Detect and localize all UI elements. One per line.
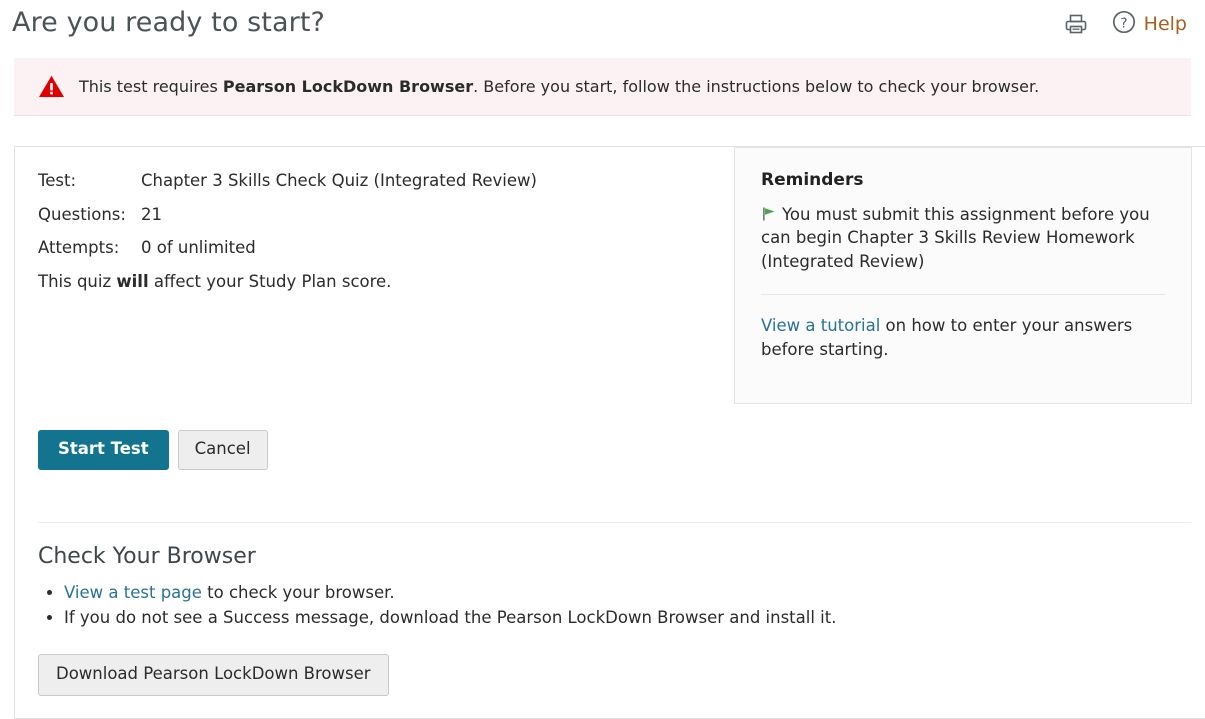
bullet2-text: If you do not see a Success message, dow… [64,608,837,628]
tutorial-line: View a tutorial on how to enter your ans… [761,314,1165,361]
test-details: Test: Chapter 3 Skills Check Quiz (Integ… [38,171,698,291]
check-browser-heading: Check Your Browser [38,544,256,569]
detail-value-test: Chapter 3 Skills Check Quiz (Integrated … [141,171,537,190]
detail-label-attempts: Attempts: [38,238,120,258]
page-header: Are you ready to start? ? Help [0,0,1205,58]
detail-label-questions: Questions: [38,204,126,224]
check-browser-list: View a test page to check your browser. … [38,580,1138,630]
alert-text-bold: Pearson LockDown Browser [222,77,474,96]
print-icon [1063,11,1089,37]
help-label: Help [1143,13,1187,35]
download-lockdown-browser-button[interactable]: Download Pearson LockDown Browser [38,654,389,697]
reminder-item-text: You must submit this assignment before y… [761,205,1150,271]
reminder-item: You must submit this assignment before y… [761,203,1165,273]
question-circle-icon: ? [1111,9,1137,39]
check-browser-section: Check Your Browser View a test page to c… [38,544,1138,697]
alert-text-before: This test requires [79,77,223,96]
study-plan-note: This quiz will affect your Study Plan sc… [38,272,698,291]
cancel-button[interactable]: Cancel [177,430,268,470]
print-button[interactable] [1063,11,1089,37]
detail-row-test: Test: Chapter 3 Skills Check Quiz (Integ… [38,171,698,192]
reminders-panel: Reminders You must submit this assignmen… [734,147,1192,404]
detail-row-attempts: Attempts: 0 of unlimited [38,238,698,259]
study-note-bold: will [116,271,149,291]
reminders-title: Reminders [761,170,864,190]
header-tools: ? Help [1063,9,1187,39]
start-test-button[interactable]: Start Test [38,430,169,470]
svg-text:?: ? [1120,15,1127,31]
detail-value-questions: 21 [141,204,162,224]
bullet1-rest-text: to check your browser. [201,583,395,602]
green-flag-icon [761,206,778,222]
list-item: View a test page to check your browser. [64,580,1138,605]
action-buttons: Start Test Cancel [38,430,268,470]
warning-triangle-icon [38,74,65,99]
test-info-card: Test: Chapter 3 Skills Check Quiz (Integ… [14,146,1205,719]
alert-text-after: . Before you start, follow the instructi… [473,77,1040,96]
reminders-divider [761,294,1165,296]
study-note-after: affect your Study Plan score. [148,271,392,291]
view-test-page-link[interactable]: View a test page [64,583,202,602]
list-item: If you do not see a Success message, dow… [64,605,1138,630]
detail-label-test: Test: [38,171,77,190]
view-tutorial-link[interactable]: View a tutorial [761,316,880,335]
study-note-before: This quiz [38,271,117,291]
page-title: Are you ready to start? [12,7,325,38]
detail-value-attempts: 0 of unlimited [141,238,256,258]
detail-row-questions: Questions: 21 [38,205,698,226]
lockdown-browser-alert: This test requires Pearson LockDown Brow… [14,58,1191,116]
help-link[interactable]: ? Help [1111,9,1187,39]
alert-message: This test requires Pearson LockDown Brow… [79,77,1039,96]
section-divider [38,522,1191,523]
